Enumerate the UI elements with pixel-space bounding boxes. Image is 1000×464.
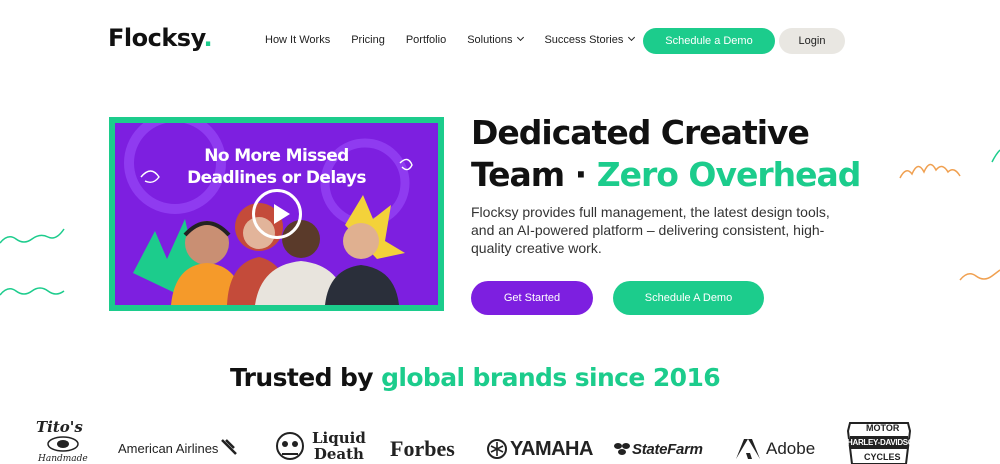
- video-thumbnail: No More Missed Deadlines or Delays: [115, 123, 438, 305]
- video-title-line1: No More Missed: [204, 146, 349, 166]
- liquid-death-skull-icon: [276, 432, 304, 460]
- hero-video[interactable]: No More Missed Deadlines or Delays: [109, 117, 444, 311]
- chevron-down-icon: [517, 33, 525, 42]
- titos-sub-logo: Handmade: [38, 454, 88, 464]
- login-button[interactable]: Login: [779, 28, 845, 54]
- nav-link-label: Success Stories: [544, 34, 624, 46]
- nav-link-success-stories[interactable]: Success Stories: [544, 33, 636, 46]
- schedule-demo-nav-button[interactable]: Schedule a Demo: [643, 28, 775, 54]
- forbes-logo: Forbes: [390, 436, 455, 461]
- harley-davidson-line2: HARLEY-DAVIDSON: [847, 438, 920, 447]
- nav-links: How It Works Pricing Portfolio Solutions…: [265, 33, 636, 46]
- schedule-demo-hero-button[interactable]: Schedule A Demo: [613, 281, 764, 315]
- video-title: No More Missed Deadlines or Delays: [115, 145, 438, 189]
- flocksy-logo[interactable]: Flocksy.: [108, 24, 213, 52]
- hero-title-plain: Team ·: [471, 155, 597, 194]
- hero-title-accent: Zero Overhead: [596, 155, 862, 194]
- titos-logo: Tito's: [36, 418, 83, 436]
- american-airlines-logo: American Airlines: [118, 441, 219, 456]
- yamaha-logo: YAMAHA: [510, 438, 593, 460]
- nav-link-solutions[interactable]: Solutions: [467, 33, 525, 46]
- get-started-button[interactable]: Get Started: [471, 281, 593, 315]
- harley-davidson-line1: MOTOR: [866, 423, 900, 433]
- landing-page: Flocksy. How It Works Pricing Portfolio …: [0, 0, 1000, 464]
- logo-text: Flocksy: [108, 24, 204, 52]
- nav-link-label: How It Works: [265, 34, 331, 46]
- squiggle-right-orange: [899, 149, 1000, 281]
- trusted-accent: global brands since 2016: [381, 363, 721, 392]
- harley-davidson-line3: CYCLES: [864, 452, 901, 462]
- hero-title-line2: Team · Zero Overhead: [471, 154, 862, 196]
- squiggle-left-green: [0, 228, 65, 296]
- titos-emblem-icon: [47, 436, 79, 452]
- liquid-death-line1: Liquid: [312, 429, 366, 447]
- nav-link-how-it-works[interactable]: How It Works: [265, 34, 330, 46]
- trusted-heading: Trusted by global brands since 2016: [0, 363, 950, 392]
- liquid-death-line2: Death: [313, 445, 364, 463]
- state-farm-ovals-icon: [614, 443, 630, 455]
- state-farm-logo: StateFarm: [632, 441, 703, 458]
- play-icon[interactable]: [252, 189, 302, 239]
- liquid-death-logo: Liquid Death: [312, 430, 366, 462]
- nav-link-pricing[interactable]: Pricing: [351, 34, 385, 46]
- nav-link-label: Solutions: [467, 34, 513, 46]
- adobe-logo: Adobe: [766, 439, 816, 458]
- chevron-down-icon: [628, 33, 636, 42]
- hero-description: Flocksy provides full management, the la…: [471, 204, 830, 256]
- trusted-plain: Trusted by: [229, 363, 382, 392]
- nav-link-label: Pricing: [351, 34, 385, 46]
- nav-link-portfolio[interactable]: Portfolio: [406, 34, 446, 46]
- adobe-a-icon: [736, 439, 760, 459]
- american-airlines-eagle-icon: [221, 439, 237, 455]
- nav-link-label: Portfolio: [405, 34, 447, 46]
- video-title-line2: Deadlines or Delays: [187, 168, 366, 188]
- top-nav: Flocksy. How It Works Pricing Portfolio …: [0, 0, 1000, 80]
- hero-title: Dedicated Creative Team · Zero Overhead: [471, 112, 862, 196]
- hero-title-line1: Dedicated Creative: [471, 113, 810, 152]
- logo-dot: .: [203, 24, 213, 52]
- yamaha-tuning-fork-icon: [487, 439, 507, 459]
